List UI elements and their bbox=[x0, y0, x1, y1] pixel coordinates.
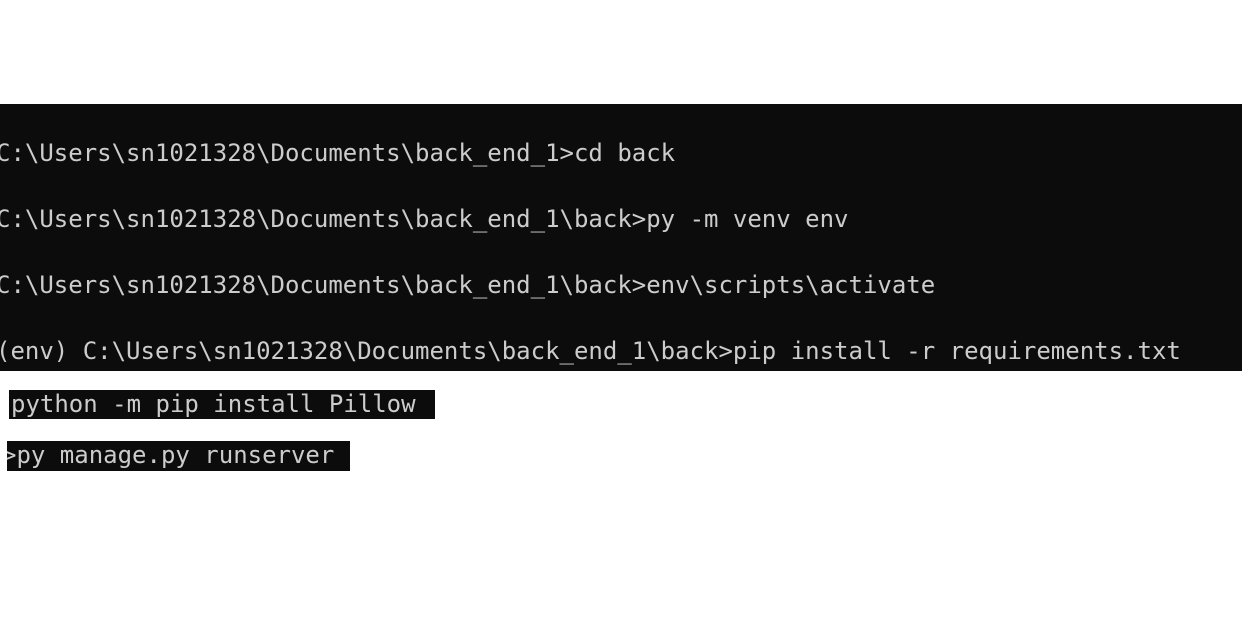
terminal-line-cd: C:\Users\sn1021328\Documents\back_end_1>… bbox=[0, 139, 676, 167]
terminal-line-venv: C:\Users\sn1021328\Documents\back_end_1\… bbox=[0, 205, 849, 233]
command-snippet-pillow-text: python -m pip install Pillow bbox=[11, 390, 416, 418]
command-snippet-runserver-text: >py manage.py runserver bbox=[7, 441, 335, 469]
command-snippet-runserver: >py manage.py runserver bbox=[7, 441, 350, 471]
terminal-line-activate: C:\Users\sn1021328\Documents\back_end_1\… bbox=[0, 271, 936, 299]
command-snippet-pillow: python -m pip install Pillow bbox=[9, 390, 435, 419]
terminal-output: C:\Users\sn1021328\Documents\back_end_1>… bbox=[0, 104, 1242, 371]
terminal-line-pip-install: (env) C:\Users\sn1021328\Documents\back_… bbox=[0, 337, 1181, 365]
